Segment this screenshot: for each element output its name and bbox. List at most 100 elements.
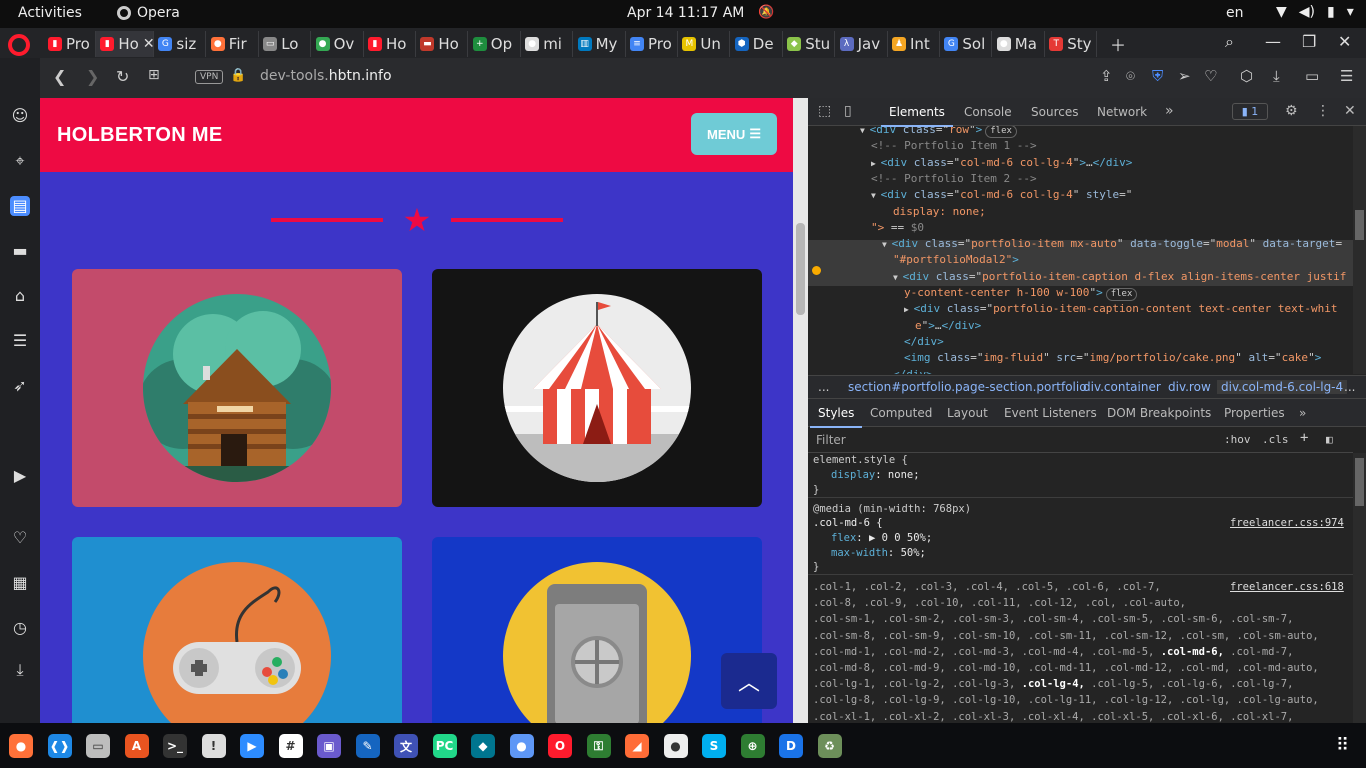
browser-tab[interactable]: ▬ Ho xyxy=(416,31,469,57)
portfolio-item-circus[interactable] xyxy=(432,269,762,507)
easy-setup-icon[interactable]: ☰ xyxy=(1340,67,1353,85)
portfolio-item-safe[interactable] xyxy=(432,537,762,723)
dock-globe-icon[interactable]: ⊕ xyxy=(740,734,765,758)
dock-editor-icon[interactable]: ✎ xyxy=(355,734,380,758)
dock-mysql-icon[interactable]: ◆ xyxy=(471,734,495,758)
tab-styles[interactable]: Styles xyxy=(809,406,863,428)
toggle-sidebar-icon[interactable]: ◧ xyxy=(1326,433,1333,446)
sidebar-news-icon[interactable]: ▦ xyxy=(10,573,30,593)
browser-tab[interactable]: T Sty xyxy=(1045,31,1098,57)
sidebar-chat-icon[interactable]: ☺ xyxy=(10,106,30,126)
browser-tab[interactable]: ≡ Pro xyxy=(626,31,678,57)
dock-vscode-icon[interactable]: ❰❱ xyxy=(47,734,72,758)
url-field[interactable]: dev-tools.hbtn.info xyxy=(260,68,392,84)
portfolio-item-game-controller[interactable] xyxy=(72,537,402,723)
browser-tab[interactable]: ● Ov xyxy=(312,31,364,57)
forward-icon[interactable]: ❯ xyxy=(86,67,99,86)
system-tray[interactable]: ▼ ◀) ▮ ▾ xyxy=(1276,4,1354,20)
hover-state-toggle[interactable]: :hov xyxy=(1224,433,1251,446)
dock-pycharm-icon[interactable]: PC xyxy=(432,734,457,758)
sidebar-aria-icon[interactable]: ⌖ xyxy=(10,151,30,171)
dom-node-line[interactable]: <!-- Portfolio Item 1 --> xyxy=(871,138,1037,154)
browser-tab[interactable]: ● Ma xyxy=(993,31,1045,57)
tab-event-listeners[interactable]: Event Listeners xyxy=(1004,406,1097,420)
browser-tab[interactable]: ▭ Lo xyxy=(259,31,312,57)
scroll-to-top-button[interactable]: ︿ xyxy=(721,653,777,709)
devtools-tab-console[interactable]: Console xyxy=(964,105,1012,119)
battery-saver-icon[interactable]: ▭ xyxy=(1305,67,1319,85)
class-toggle[interactable]: .cls xyxy=(1262,433,1289,446)
more-style-tabs-icon[interactable]: » xyxy=(1299,406,1306,420)
flex-badge[interactable]: flex xyxy=(1105,288,1138,301)
dom-scrollbar[interactable] xyxy=(1353,126,1366,374)
sidebar-rocket-icon[interactable]: ➶ xyxy=(10,376,30,396)
expanded-triangle-icon[interactable]: ▼ xyxy=(871,191,881,200)
activities-button[interactable]: Activities xyxy=(18,5,82,21)
new-tab-plus-icon[interactable]: ＋ xyxy=(1110,32,1126,56)
menu-button[interactable]: MENU ☰ xyxy=(691,113,777,155)
dock-trash-icon[interactable]: ♻ xyxy=(817,734,842,758)
sidebar-briefcase-icon[interactable]: ▬ xyxy=(10,241,30,261)
new-rule-plus-icon[interactable]: + xyxy=(1300,430,1308,446)
tab-search-icon[interactable]: ⌕ xyxy=(1225,32,1234,52)
lock-icon[interactable]: 🔒 xyxy=(230,68,246,83)
tab-computed[interactable]: Computed xyxy=(870,406,932,420)
browser-tab[interactable]: ▥ My xyxy=(574,31,626,57)
sidebar-bookmarks-heart-icon[interactable]: ♡ xyxy=(10,528,30,548)
dom-node-line[interactable]: ▼ <div class="portfolio-item-caption d-f… xyxy=(893,269,1346,286)
back-icon[interactable]: ❮ xyxy=(53,67,66,86)
breadcrumb-container[interactable]: div.container xyxy=(1083,380,1161,394)
language-indicator[interactable]: en xyxy=(1226,5,1244,21)
heart-icon[interactable]: ♡ xyxy=(1204,67,1217,85)
browser-tab[interactable]: ▮ Ho xyxy=(364,31,416,57)
downloads-icon[interactable]: ⤓ xyxy=(1273,67,1280,85)
source-link-freelancer-618[interactable]: freelancer.css:618 xyxy=(1230,580,1344,595)
dom-node-line[interactable]: display: none; xyxy=(893,204,986,220)
snapshot-camera-icon[interactable]: ⌾ xyxy=(1126,67,1135,85)
dock-skype-icon[interactable]: S xyxy=(702,734,726,758)
sidebar-list-icon[interactable]: ☰ xyxy=(10,331,30,351)
max-width-declaration[interactable]: max-width: 50%; xyxy=(831,546,926,561)
expanded-triangle-icon[interactable]: ▼ xyxy=(882,240,892,249)
sidebar-history-clock-icon[interactable]: ◷ xyxy=(10,618,30,638)
breadcrumb-overflow-left[interactable]: ... xyxy=(818,380,829,394)
browser-tab[interactable]: λ Jav xyxy=(836,31,888,57)
dom-node-line[interactable]: </div> xyxy=(893,367,933,375)
browser-tab[interactable]: ♟ Int xyxy=(888,31,940,57)
dock-files-icon[interactable]: ▭ xyxy=(86,734,110,758)
cube-icon[interactable]: ⬡ xyxy=(1240,67,1253,85)
reload-icon[interactable]: ↻ xyxy=(116,67,129,86)
dom-node-line[interactable]: ▶ <div class="portfolio-item-caption-con… xyxy=(904,301,1338,318)
browser-tab[interactable]: ◆ Stu xyxy=(783,31,836,57)
browser-tab[interactable]: ▮ Pro xyxy=(44,31,96,57)
tab-properties[interactable]: Properties xyxy=(1224,406,1285,420)
dock-slack-icon[interactable]: # xyxy=(278,734,303,758)
dock-ball-icon[interactable]: ● xyxy=(663,734,688,758)
dock-chromium-icon[interactable]: ● xyxy=(509,734,534,758)
sidebar-notes-icon[interactable]: ▤ xyxy=(10,196,30,216)
share-icon[interactable]: ⇪ xyxy=(1100,67,1113,85)
app-menu[interactable]: Opera xyxy=(117,5,180,21)
dom-node-line[interactable]: "> == $0 xyxy=(871,220,924,236)
devtools-tab-network[interactable]: Network xyxy=(1097,105,1147,119)
page-scrollbar[interactable] xyxy=(793,98,808,723)
page-scrollbar-thumb[interactable] xyxy=(796,223,805,315)
dock-translate-icon[interactable]: 文 xyxy=(394,734,418,758)
clock[interactable]: Apr 14 11:17 AM xyxy=(627,5,744,21)
dom-node-line[interactable]: ▶ <div class="col-md-6 col-lg-4">…</div> xyxy=(871,155,1132,172)
browser-tab[interactable]: ▮ Ho ✕ xyxy=(96,31,155,57)
vpn-badge[interactable]: VPN xyxy=(195,70,224,84)
styles-scrollbar[interactable] xyxy=(1353,453,1366,723)
source-link-freelancer-974[interactable]: freelancer.css:974 xyxy=(1230,516,1344,531)
show-applications-grid-icon[interactable]: ⠿ xyxy=(1336,735,1349,756)
devtools-tab-elements[interactable]: Elements xyxy=(881,105,953,127)
dock-firefox-icon[interactable]: ● xyxy=(9,734,33,758)
minimize-icon[interactable]: — xyxy=(1265,32,1281,51)
close-devtools-icon[interactable]: ✕ xyxy=(1344,103,1356,119)
styles-pane[interactable]: element.style { display: none; } @media … xyxy=(808,453,1353,723)
expanded-triangle-icon[interactable]: ▼ xyxy=(860,126,870,135)
dom-node-line[interactable]: <!-- Portfolio Item 2 --> xyxy=(871,171,1037,187)
browser-tab[interactable]: Gsiz xyxy=(154,31,207,57)
opera-menu-icon[interactable] xyxy=(8,34,30,56)
dock-updater-icon[interactable]: ! xyxy=(201,734,226,758)
